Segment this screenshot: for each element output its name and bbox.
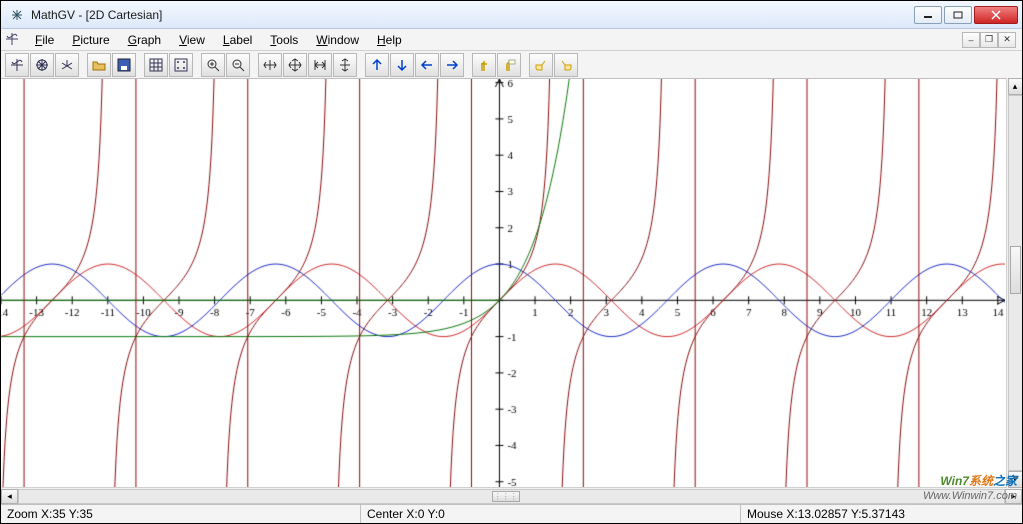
window-title: MathGV - [2D Cartesian] bbox=[31, 1, 914, 29]
maximize-button[interactable] bbox=[944, 6, 972, 24]
mdi-restore-button[interactable]: ❐ bbox=[980, 32, 998, 48]
new-3d-icon[interactable] bbox=[55, 53, 79, 77]
close-button[interactable] bbox=[974, 6, 1018, 24]
zoom-out-icon[interactable] bbox=[226, 53, 250, 77]
scroll-down-button[interactable]: ▾ bbox=[1008, 471, 1023, 488]
menu-graph[interactable]: Graph bbox=[120, 31, 169, 49]
open-icon[interactable] bbox=[87, 53, 111, 77]
zoom-in-icon[interactable] bbox=[201, 53, 225, 77]
vscroll-track[interactable] bbox=[1008, 95, 1023, 471]
grid-dots-icon[interactable] bbox=[169, 53, 193, 77]
vscroll-thumb[interactable] bbox=[1010, 246, 1021, 294]
menu-bar: FilePictureGraphViewLabelToolsWindowHelp… bbox=[1, 29, 1022, 51]
horizontal-scrollbar[interactable]: ◂ ⋮⋮⋮ ▸ bbox=[1, 487, 1022, 504]
pan-right-icon[interactable] bbox=[440, 53, 464, 77]
trace-icon[interactable] bbox=[472, 53, 496, 77]
vertical-scrollbar[interactable]: ▴ ▾ bbox=[1006, 78, 1023, 488]
status-mouse: Mouse X:13.02857 Y:5.37143 bbox=[741, 505, 1022, 523]
fit-horiz-icon[interactable] bbox=[258, 53, 282, 77]
status-bar: Zoom X:35 Y:35 Center X:0 Y:0 Mouse X:13… bbox=[1, 504, 1022, 523]
scroll-right-button[interactable]: ▸ bbox=[1005, 489, 1022, 504]
hscroll-thumb[interactable]: ⋮⋮⋮ bbox=[492, 491, 520, 502]
new-2d-icon[interactable] bbox=[5, 53, 29, 77]
title-bar: MathGV - [2D Cartesian] bbox=[1, 1, 1022, 29]
scroll-up-button[interactable]: ▴ bbox=[1008, 78, 1023, 95]
hand-right-icon[interactable] bbox=[554, 53, 578, 77]
status-zoom: Zoom X:35 Y:35 bbox=[1, 505, 361, 523]
app-icon bbox=[9, 7, 25, 23]
menu-label[interactable]: Label bbox=[215, 31, 260, 49]
fit-width-icon[interactable] bbox=[308, 53, 332, 77]
menu-view[interactable]: View bbox=[171, 31, 213, 49]
menu-file[interactable]: File bbox=[27, 31, 62, 49]
save-icon[interactable] bbox=[112, 53, 136, 77]
pan-up-icon[interactable] bbox=[365, 53, 389, 77]
hscroll-track[interactable]: ⋮⋮⋮ bbox=[18, 489, 1005, 504]
plot-area[interactable] bbox=[1, 79, 1022, 487]
pan-down-icon[interactable] bbox=[390, 53, 414, 77]
mdi-doc-icon bbox=[5, 32, 21, 48]
pan-left-icon[interactable] bbox=[415, 53, 439, 77]
mdi-minimize-button[interactable]: ‒ bbox=[962, 32, 980, 48]
fit-vert-icon[interactable] bbox=[333, 53, 357, 77]
fit-both-icon[interactable] bbox=[283, 53, 307, 77]
menu-picture[interactable]: Picture bbox=[64, 31, 117, 49]
toolbar bbox=[1, 51, 1022, 79]
grid-lines-icon[interactable] bbox=[144, 53, 168, 77]
menu-window[interactable]: Window bbox=[308, 31, 367, 49]
menu-tools[interactable]: Tools bbox=[262, 31, 306, 49]
label-icon[interactable] bbox=[497, 53, 521, 77]
mdi-close-button[interactable]: ✕ bbox=[998, 32, 1016, 48]
hand-left-icon[interactable] bbox=[529, 53, 553, 77]
status-center: Center X:0 Y:0 bbox=[361, 505, 741, 523]
menu-help[interactable]: Help bbox=[369, 31, 410, 49]
minimize-button[interactable] bbox=[914, 6, 942, 24]
polar-icon[interactable] bbox=[30, 53, 54, 77]
scroll-left-button[interactable]: ◂ bbox=[1, 489, 18, 504]
